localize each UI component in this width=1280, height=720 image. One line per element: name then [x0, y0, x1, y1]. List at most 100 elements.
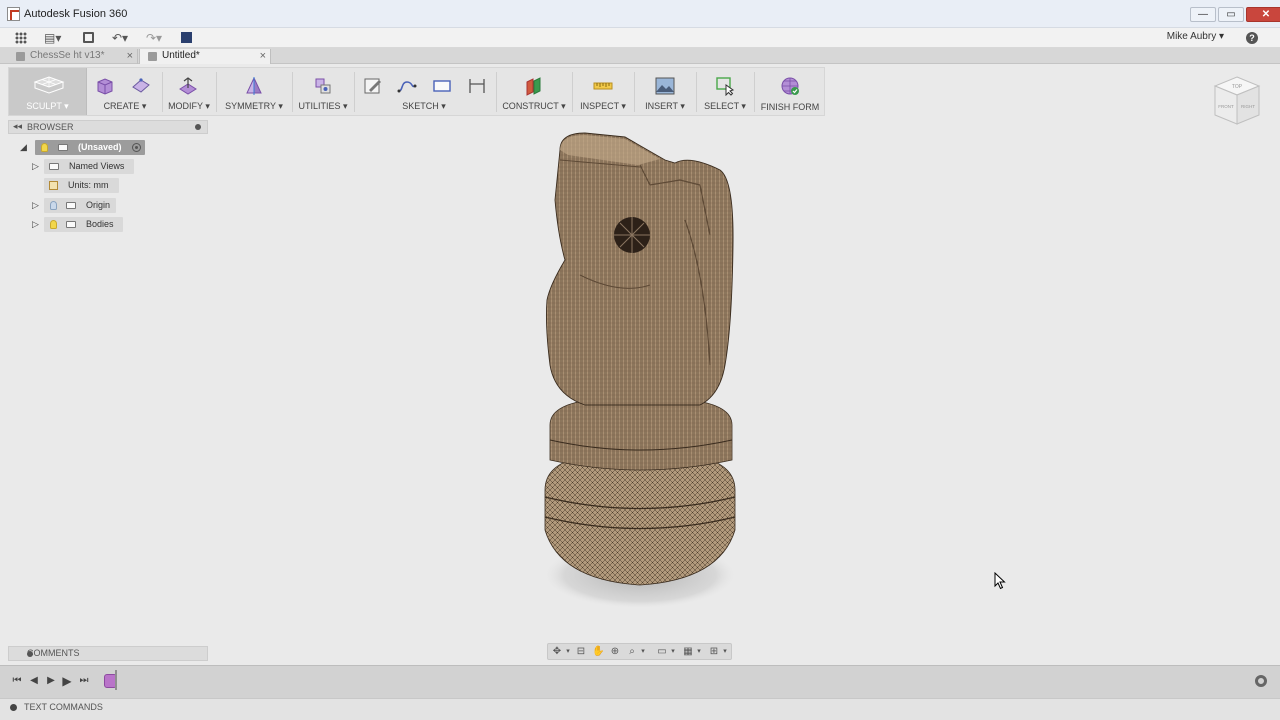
- dimension-icon: [469, 79, 485, 93]
- select-window-icon: [716, 77, 735, 96]
- knight-model[interactable]: [520, 125, 760, 620]
- construct-menu[interactable]: CONSTRUCT ▾: [499, 68, 569, 115]
- symmetry-icon: [246, 77, 262, 95]
- step-forward-icon[interactable]: ▶: [45, 675, 57, 687]
- head-body: [545, 132, 734, 406]
- item-label: Named Views: [69, 161, 125, 171]
- save-icon[interactable]: [83, 32, 94, 43]
- toolbar-divider: [696, 72, 697, 112]
- create-sketch-icon: [364, 78, 381, 94]
- tab-chess-set[interactable]: ChessSe ht v13* ×: [8, 49, 138, 64]
- rectangle-icon: [433, 80, 451, 92]
- timeline-marker[interactable]: [115, 670, 117, 690]
- workspace-switcher[interactable]: SCULPT ▾: [9, 68, 87, 115]
- dropdown-arrow-icon[interactable]: ▾: [719, 646, 731, 657]
- help-icon[interactable]: ?: [1246, 32, 1258, 44]
- dropdown-arrow-icon[interactable]: ▾: [637, 646, 649, 657]
- text-commands-bar[interactable]: TEXT COMMANDS: [0, 698, 1280, 720]
- tab-untitled[interactable]: Untitled* ×: [139, 49, 271, 64]
- redo-icon[interactable]: ↷▾: [146, 31, 162, 45]
- viewcube-right-label[interactable]: RIGHT: [1241, 104, 1255, 109]
- undo-icon[interactable]: ↶▾: [112, 31, 128, 45]
- pan-icon[interactable]: ✋: [592, 646, 604, 657]
- browser-header[interactable]: ◂◂ BROWSER: [8, 120, 208, 134]
- browser-item-named-views[interactable]: ▷ Named Views: [32, 159, 142, 174]
- expand-triangle-icon[interactable]: ▷: [32, 159, 39, 174]
- sketch-menu[interactable]: SKETCH ▾: [357, 68, 491, 115]
- visibility-bulb-icon[interactable]: [50, 201, 57, 210]
- play-icon[interactable]: ▶: [61, 675, 73, 687]
- dropdown-arrow-icon[interactable]: ▾: [667, 646, 679, 657]
- window-title: Autodesk Fusion 360: [24, 8, 128, 20]
- collapse-triangle-icon[interactable]: ◢: [20, 140, 27, 155]
- close-tab-icon[interactable]: ×: [127, 49, 133, 63]
- user-menu[interactable]: Mike Aubry ▾: [1167, 31, 1224, 42]
- stop-icon[interactable]: [181, 32, 192, 43]
- zoom-icon[interactable]: ⊕: [609, 646, 621, 657]
- browser-title: BROWSER: [27, 122, 74, 132]
- quick-access-bar: ▤▾ ↶▾ ↷▾ Mike Aubry ▾ ?: [0, 28, 1280, 48]
- browser-item-origin[interactable]: ▷ Origin: [32, 198, 122, 213]
- pin-icon[interactable]: [195, 124, 201, 130]
- inspect-label: INSPECT ▾: [580, 101, 626, 111]
- visibility-bulb-icon[interactable]: [41, 143, 48, 152]
- item-label: Bodies: [86, 219, 114, 229]
- folder-icon: [66, 221, 76, 228]
- viewcube-top-label[interactable]: TOP: [1232, 84, 1243, 90]
- dropdown-arrow-icon[interactable]: ▾: [562, 646, 574, 657]
- select-label: SELECT ▾: [704, 101, 746, 111]
- go-to-start-icon[interactable]: ⏮: [11, 675, 23, 687]
- mouse-cursor-icon: [994, 572, 1006, 590]
- toolbar-divider: [572, 72, 573, 112]
- gear-icon[interactable]: [1255, 675, 1267, 687]
- inspect-menu[interactable]: INSPECT ▾: [575, 68, 631, 115]
- toolbar-divider: [216, 72, 217, 112]
- maximize-button[interactable]: ▭: [1218, 7, 1244, 22]
- edit-form-icon: [179, 77, 197, 95]
- dropdown-arrow-icon[interactable]: ▾: [693, 646, 705, 657]
- pin-icon[interactable]: [27, 651, 33, 657]
- viewcube[interactable]: TOP FRONT RIGHT: [1212, 74, 1262, 130]
- collapse-arrow-icon[interactable]: ◂◂: [13, 121, 22, 132]
- app-logo-icon: [7, 7, 20, 21]
- look-at-icon[interactable]: ⊟: [575, 646, 587, 657]
- file-menu-icon[interactable]: ▤▾: [44, 31, 61, 45]
- app-grid-icon[interactable]: [15, 32, 27, 44]
- base-body: [544, 456, 736, 586]
- canvas-image-icon: [655, 77, 675, 95]
- modify-label: MODIFY ▾: [168, 101, 210, 111]
- expand-icon[interactable]: [10, 704, 17, 711]
- toolbar-divider: [754, 72, 755, 112]
- select-menu[interactable]: SELECT ▾: [699, 68, 751, 115]
- create-menu[interactable]: CREATE ▾: [89, 68, 161, 115]
- units-icon: [49, 181, 58, 190]
- browser-item-bodies[interactable]: ▷ Bodies: [32, 217, 124, 232]
- symmetry-menu[interactable]: SYMMETRY ▾: [219, 68, 289, 115]
- activate-target-icon[interactable]: [132, 143, 141, 152]
- construct-label: CONSTRUCT ▾: [502, 101, 566, 111]
- document-tabs: ChessSe ht v13* × Untitled* ×: [0, 48, 1280, 64]
- sculpt-mesh-icon: [33, 76, 65, 94]
- utilities-label: UTILITIES ▾: [298, 101, 348, 111]
- utilities-menu[interactable]: UTILITIES ▾: [295, 68, 351, 115]
- finish-form-label: FINISH FORM: [760, 102, 820, 112]
- close-tab-icon[interactable]: ×: [260, 49, 266, 63]
- toolbar-divider: [354, 72, 355, 112]
- toolbar-divider: [496, 72, 497, 112]
- step-back-icon[interactable]: ◀: [28, 675, 40, 687]
- viewcube-front-label[interactable]: FRONT: [1218, 104, 1234, 109]
- go-to-end-icon[interactable]: ⏭: [78, 675, 90, 687]
- minimize-button[interactable]: —: [1190, 7, 1216, 22]
- comments-panel-header[interactable]: COMMENTS: [8, 646, 208, 661]
- visibility-bulb-icon[interactable]: [50, 220, 57, 229]
- utilities-icon: [315, 78, 331, 94]
- close-window-button[interactable]: ✕: [1246, 7, 1280, 22]
- finish-form-button[interactable]: FINISH FORM: [757, 68, 823, 115]
- browser-item-units[interactable]: Units: mm: [44, 178, 124, 193]
- expand-triangle-icon[interactable]: ▷: [32, 217, 39, 232]
- expand-triangle-icon[interactable]: ▷: [32, 198, 39, 213]
- insert-menu[interactable]: INSERT ▾: [637, 68, 693, 115]
- browser-root[interactable]: ◢ (Unsaved): [20, 140, 150, 155]
- modify-menu[interactable]: MODIFY ▾: [164, 68, 214, 115]
- item-label: Units: mm: [68, 180, 109, 190]
